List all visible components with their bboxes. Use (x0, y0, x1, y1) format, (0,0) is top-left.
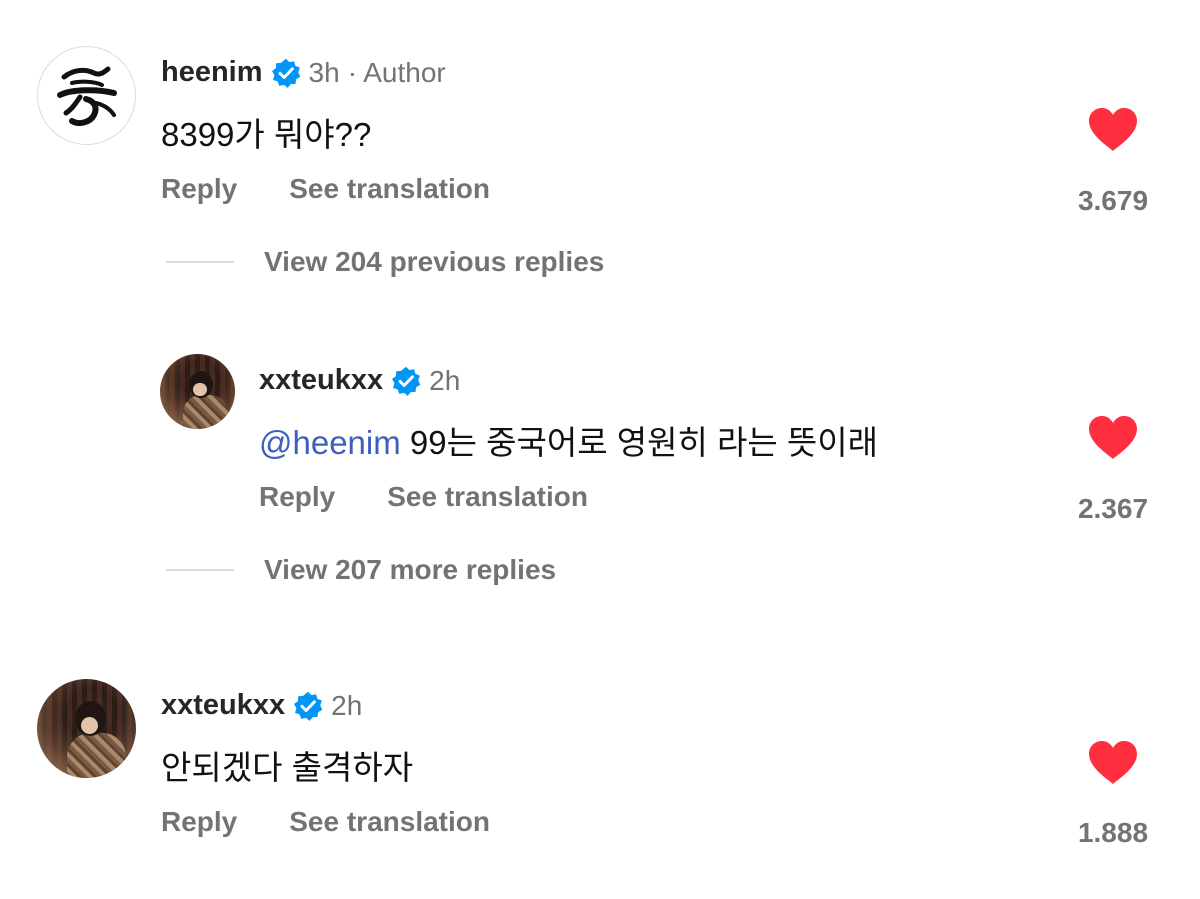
username[interactable]: xxteukxx (259, 364, 383, 397)
reply-button[interactable]: Reply (161, 173, 237, 205)
verified-badge-icon (391, 366, 421, 396)
view-previous-replies-button[interactable]: View 204 previous replies (166, 246, 604, 278)
comment-header: xxteukxx 2h (161, 689, 362, 722)
comment-text: 8399가 뭐야?? (161, 108, 371, 156)
see-translation-button[interactable]: See translation (289, 806, 490, 838)
logo-glyph-icon (56, 66, 117, 126)
comment-text: @heenim 99는 중국어로 영원히 라는 뜻이래 (259, 416, 878, 464)
comment-body: 99는 중국어로 영원히 라는 뜻이래 (409, 424, 878, 461)
comment-actions: Reply See translation (161, 173, 542, 205)
avatar-figure (182, 395, 228, 429)
avatar-figure (66, 733, 127, 778)
comment-header: xxteukxx 2h (259, 364, 460, 397)
thread-divider (166, 569, 234, 571)
like-count: 3.679 (1077, 185, 1149, 216)
comment-time: 2h (331, 689, 363, 721)
comment-body: 8399가 뭐야?? (161, 116, 372, 153)
comment-actions: Reply See translation (161, 806, 542, 838)
comment-time: 3h (308, 56, 340, 88)
mention-link[interactable]: @heenim (259, 424, 401, 461)
see-translation-button[interactable]: See translation (289, 173, 490, 205)
view-more-replies-label: View 207 more replies (264, 554, 557, 585)
verified-badge-icon (293, 691, 323, 721)
see-translation-button[interactable]: See translation (387, 481, 588, 513)
heart-icon[interactable] (1087, 107, 1139, 153)
avatar-xxteukxx[interactable] (160, 354, 235, 429)
reply-button[interactable]: Reply (259, 481, 335, 513)
like-button[interactable] (1068, 740, 1158, 786)
comment-header: heenim 3h · Author (161, 56, 446, 89)
avatar-figure (193, 382, 207, 396)
like-button[interactable] (1068, 107, 1158, 153)
verified-badge-icon (271, 58, 301, 88)
heart-icon[interactable] (1087, 415, 1139, 461)
comment-actions: Reply See translation (259, 481, 640, 513)
thread-divider (166, 261, 234, 263)
view-previous-replies-label: View 204 previous replies (264, 246, 605, 277)
comment-text: 안되겠다 출격하자 (161, 741, 413, 789)
reply-button[interactable]: Reply (161, 806, 237, 838)
view-more-replies-button[interactable]: View 207 more replies (166, 554, 556, 586)
like-count: 1.888 (1077, 817, 1149, 848)
like-button[interactable] (1068, 415, 1158, 461)
avatar-heenim[interactable] (37, 46, 136, 145)
username[interactable]: xxteukxx (161, 689, 285, 722)
like-count: 2.367 (1077, 493, 1149, 524)
comment-time: 2h (429, 364, 461, 396)
comment-body: 안되겠다 출격하자 (161, 749, 414, 786)
avatar-xxteukxx[interactable] (37, 679, 136, 778)
author-tag: · Author (347, 56, 446, 88)
heart-icon[interactable] (1087, 740, 1139, 786)
username[interactable]: heenim (161, 56, 263, 89)
